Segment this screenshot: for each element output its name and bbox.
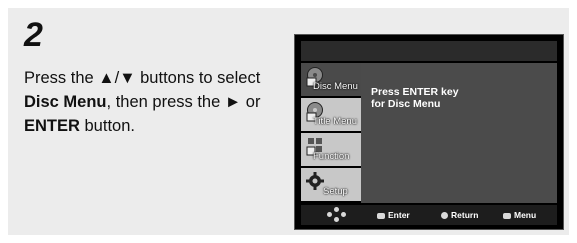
return-key-icon [441,212,448,220]
return-hint: Return [441,210,478,220]
screen-message: Press ENTER key for Disc Menu [371,86,459,110]
instr-text-4: or [241,93,261,111]
enter-hint: Enter [377,210,410,220]
setup-icon [306,171,324,193]
step-number: 2 [24,16,43,54]
menu-item-setup[interactable]: Setup [301,168,361,201]
menu-sidebar: Disc Menu Title Menu Function Setup [301,63,361,203]
menu-item-label: Setup [323,186,348,197]
instr-text-3: , then press the [106,93,225,111]
menu-key-icon [503,212,511,219]
menu-item-disc-menu[interactable]: Disc Menu [301,63,361,96]
instr-bold-disc-menu: Disc Menu [24,93,107,111]
instruction-text: Press the ▲/▼ buttons to select Disc Men… [24,66,264,138]
enter-key-icon [377,212,385,219]
return-hint-label: Return [451,210,479,220]
instr-bold-enter: ENTER [24,117,80,135]
menu-hint-label: Menu [514,210,537,220]
instr-text-1: Press the [24,69,99,87]
up-down-arrow-icon: ▲/▼ [98,69,136,87]
screen-content-area: Press ENTER key for Disc Menu [361,63,557,203]
instr-text-5: button. [79,117,135,135]
instr-text-2: buttons to select [135,69,261,87]
nav-pad-icon [324,207,350,223]
menu-item-label: Title Menu [313,116,357,127]
menu-hint: Menu [503,210,536,220]
enter-hint-label: Enter [388,210,410,220]
menu-item-function[interactable]: Function [301,133,361,166]
message-line-2: for Disc Menu [371,98,441,110]
instruction-panel: 2 Press the ▲/▼ buttons to select Disc M… [8,8,569,235]
screen-title-bar [301,41,557,61]
menu-item-title-menu[interactable]: Title Menu [301,98,361,131]
menu-item-label: Function [313,151,350,162]
tv-screen-mockup: Disc Menu Title Menu Function Setup Pres… [294,34,564,230]
message-line-1: Press ENTER key [371,86,459,98]
screen-bottom-bar: Enter Return Menu [301,205,557,225]
right-arrow-icon: ► [224,93,242,111]
menu-item-label: Disc Menu [313,81,358,92]
